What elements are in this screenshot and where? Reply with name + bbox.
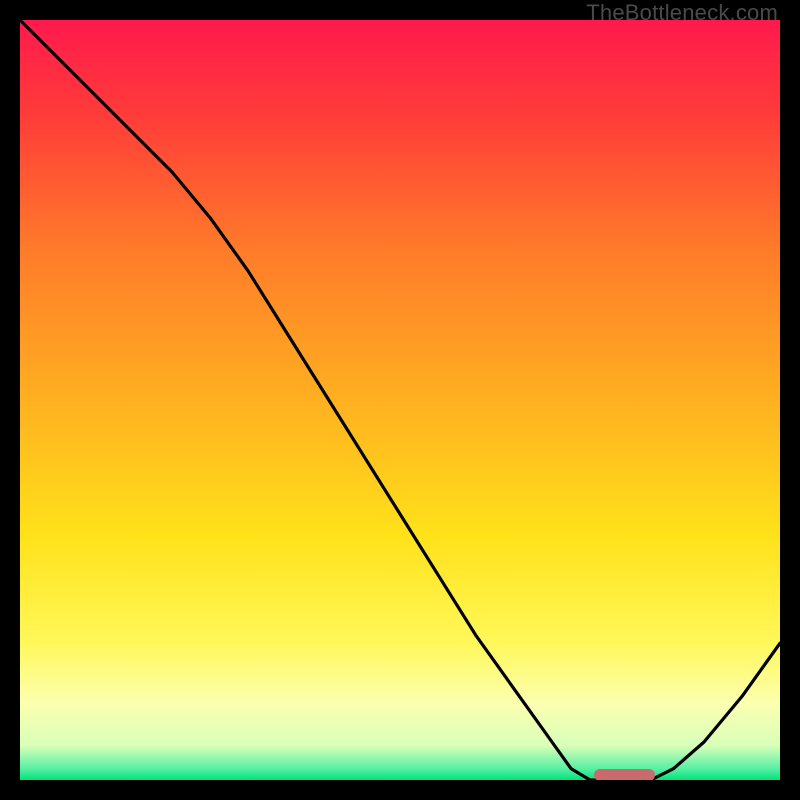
optimal-range-marker <box>594 769 655 780</box>
plot-area <box>20 20 780 780</box>
bottleneck-curve <box>20 20 780 780</box>
watermark-text: TheBottleneck.com <box>586 0 778 26</box>
chart-frame: TheBottleneck.com <box>0 0 800 800</box>
